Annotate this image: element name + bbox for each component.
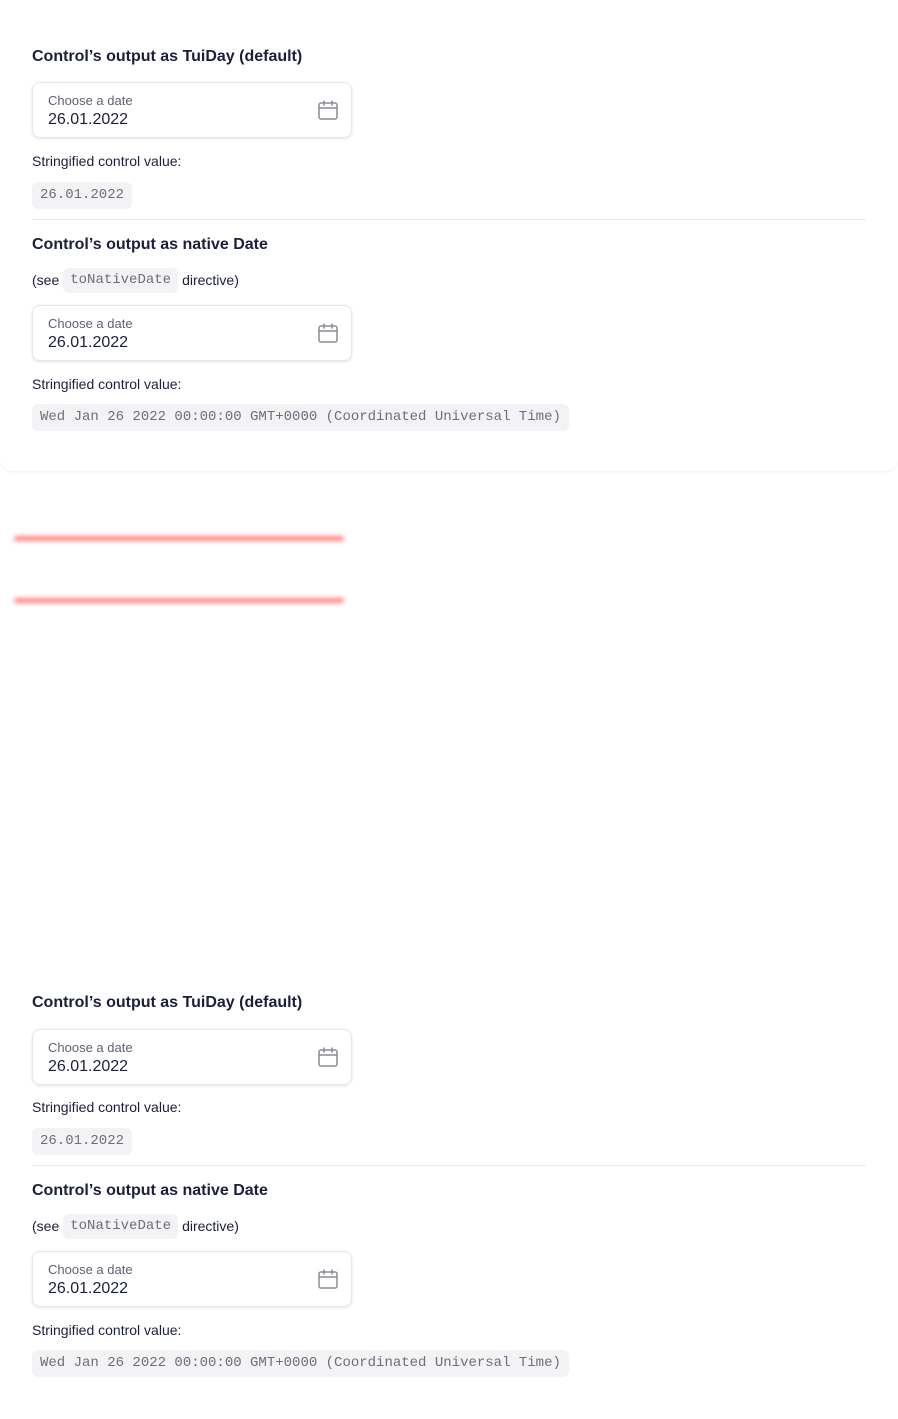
calendar-icon[interactable] (317, 99, 339, 121)
stringified-value: 26.01.2022 (32, 1128, 133, 1155)
directive-code: toNativeDate (63, 1213, 179, 1239)
section-heading: Control’s output as TuiDay (default) (32, 994, 303, 1011)
example-card-1: Control’s output as TuiDay (default) Cho… (0, 0, 898, 471)
see-suffix: directive) (182, 1218, 239, 1234)
stringified-caption: Stringified control value: (32, 1322, 182, 1338)
date-input[interactable]: Choose a date 26.01.2022 (32, 82, 352, 138)
see-directive-note: (see toNativeDate directive) (32, 267, 239, 293)
calendar-icon[interactable] (317, 1268, 339, 1290)
stringified-value: Wed Jan 26 2022 00:00:00 GMT+0000 (Coord… (32, 1350, 569, 1377)
calendar-icon[interactable] (317, 322, 339, 344)
stringified-caption: Stringified control value: (32, 376, 182, 392)
date-input-value[interactable]: 26.01.2022 (48, 1058, 128, 1076)
date-input-value[interactable]: 26.01.2022 (48, 334, 128, 352)
section-divider (32, 1165, 866, 1166)
section-heading: Control’s output as native Date (32, 236, 268, 253)
see-directive-note: (see toNativeDate directive) (32, 1213, 239, 1239)
stringified-caption: Stringified control value: (32, 153, 182, 169)
see-suffix: directive) (182, 272, 239, 288)
date-input-label: Choose a date (48, 93, 133, 108)
example-card-2: Control’s output as TuiDay (default) Cho… (0, 946, 898, 1419)
date-input-value[interactable]: 26.01.2022 (48, 111, 128, 129)
see-prefix: (see (32, 1218, 60, 1234)
date-input-label: Choose a date (48, 1040, 133, 1055)
red-highlight-mark (14, 536, 344, 541)
calendar-icon[interactable] (317, 1046, 339, 1068)
section-heading: Control’s output as native Date (32, 1182, 268, 1199)
date-input-label: Choose a date (48, 1262, 133, 1277)
stringified-value: Wed Jan 26 2022 00:00:00 GMT+0000 (Coord… (32, 404, 569, 431)
date-input[interactable]: Choose a date 26.01.2022 (32, 1251, 352, 1307)
date-input-label: Choose a date (48, 316, 133, 331)
date-input[interactable]: Choose a date 26.01.2022 (32, 305, 352, 361)
see-prefix: (see (32, 272, 60, 288)
stringified-caption: Stringified control value: (32, 1099, 182, 1115)
directive-code: toNativeDate (63, 267, 179, 293)
date-input[interactable]: Choose a date 26.01.2022 (32, 1029, 352, 1085)
section-divider (32, 219, 866, 220)
date-input-value[interactable]: 26.01.2022 (48, 1280, 128, 1298)
red-highlight-mark (14, 598, 344, 603)
stringified-value: 26.01.2022 (32, 182, 133, 209)
section-heading: Control’s output as TuiDay (default) (32, 48, 303, 65)
